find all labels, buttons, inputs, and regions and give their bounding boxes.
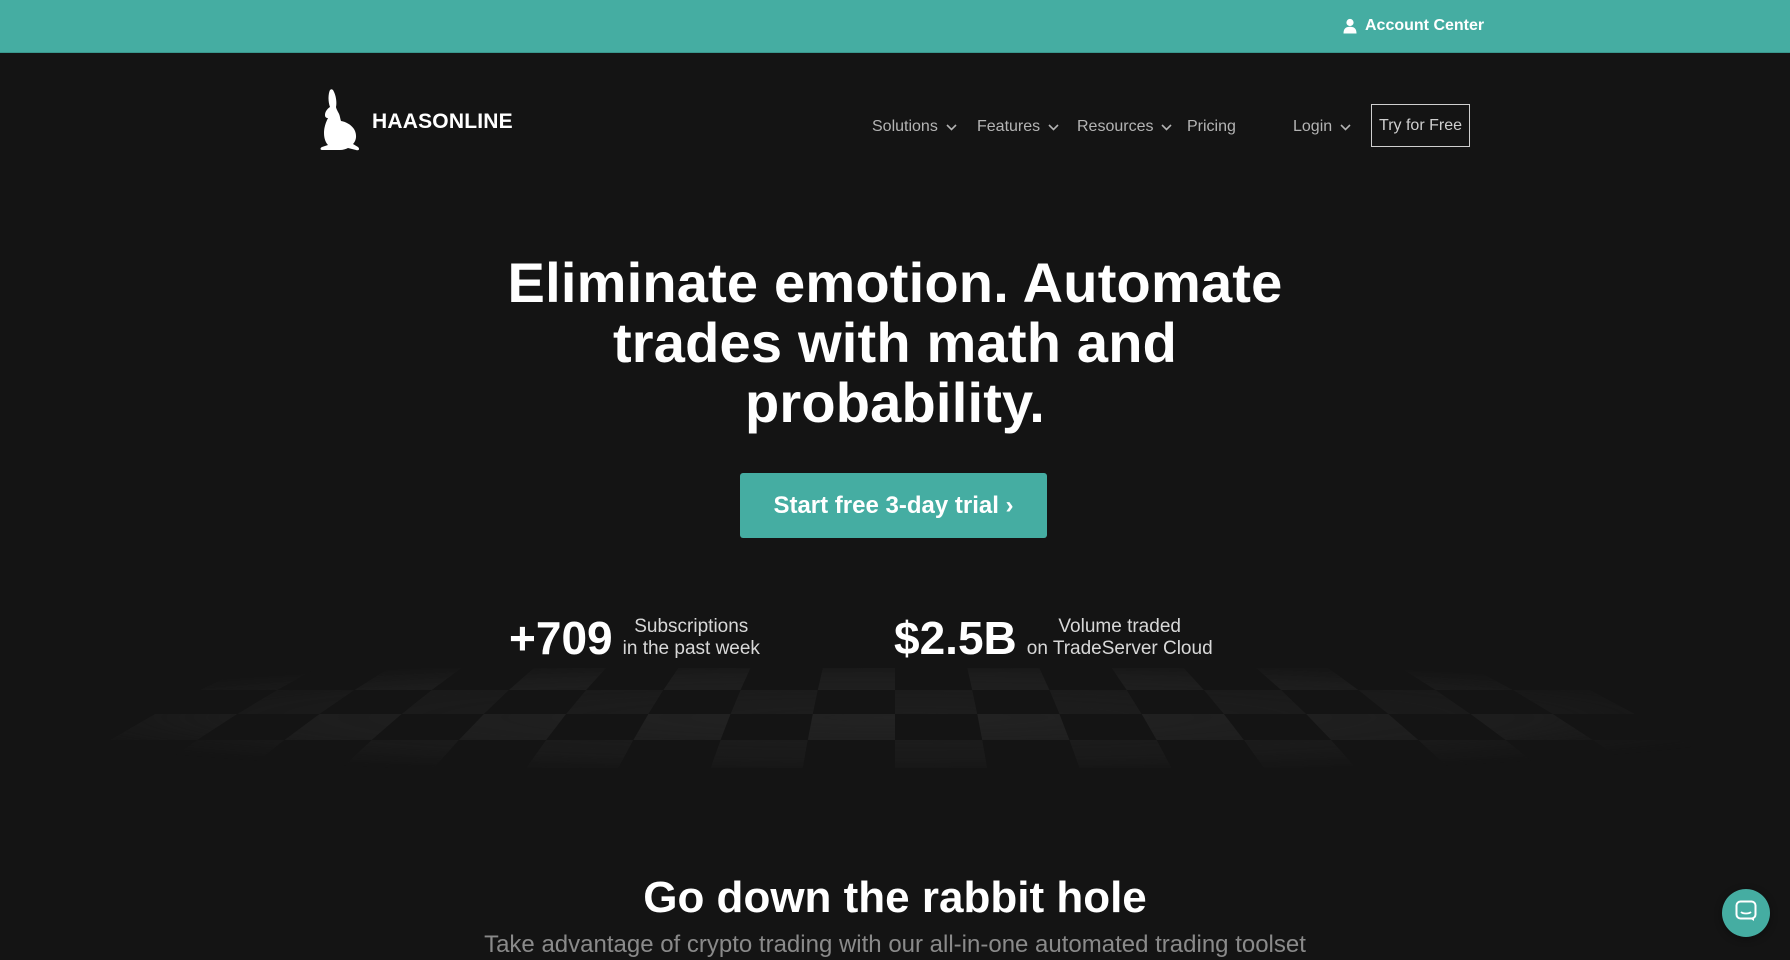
hero-title-line: trades with math and [612, 311, 1178, 374]
nav-pricing[interactable]: Pricing [1187, 115, 1236, 139]
hero-title-line: probability. [744, 371, 1046, 434]
checker-cell [710, 740, 808, 768]
nav-resources-label: Resources [1077, 118, 1154, 135]
hero-title: Eliminate emotion. Automate trades with … [445, 253, 1345, 433]
checker-cell [200, 668, 318, 690]
stat-label-line: Volume traded [1058, 616, 1181, 637]
checker-cell [1418, 740, 1541, 768]
checker-cell [1111, 668, 1204, 690]
stat-volume: $2.5B Volume traded on TradeServer Cloud [894, 612, 1213, 664]
main-navbar: HAASONLINE Solutions Features Resources … [0, 53, 1790, 193]
checker-cell [1358, 690, 1471, 714]
top-bar: Account Center [0, 0, 1790, 53]
checker-cell [526, 740, 634, 768]
checker-cell [1306, 714, 1419, 740]
checker-cell [110, 714, 238, 740]
hero-title-line: Eliminate emotion. Automate [507, 251, 1283, 314]
account-center-link[interactable]: Account Center [1343, 15, 1484, 37]
nav-features[interactable]: Features [977, 115, 1059, 139]
checker-cell [807, 714, 895, 740]
checker-cell [633, 714, 731, 740]
chevron-down-icon [1161, 123, 1173, 131]
checker-cell [1512, 690, 1635, 714]
checker-cell [1400, 668, 1513, 690]
chat-launcher-button[interactable] [1722, 889, 1770, 937]
rabbit-icon [316, 88, 362, 156]
nav-login[interactable]: Login [1293, 115, 1351, 139]
checker-cell [1141, 714, 1244, 740]
checker-cell [284, 714, 402, 740]
stat-label-line: in the past week [622, 638, 760, 659]
account-center-label: Account Center [1365, 17, 1485, 34]
section-subtitle: Take advantage of crypto trading with ou… [484, 931, 1306, 958]
checker-cell [1203, 690, 1307, 714]
checker-cell [895, 740, 988, 768]
checker-cell [401, 690, 509, 714]
checker-cell [1256, 668, 1359, 690]
checker-cell [1243, 740, 1357, 768]
checker-cell [1592, 740, 1725, 768]
checker-cell [663, 668, 751, 690]
checker-cell [895, 690, 978, 714]
logo-link[interactable]: HAASONLINE [316, 88, 513, 156]
chevron-down-icon [1048, 123, 1059, 131]
checker-cell [237, 690, 355, 714]
start-trial-button[interactable]: Start free 3-day trial › [740, 473, 1047, 538]
logo-text: HAASONLINE [372, 110, 513, 133]
checker-cell [967, 668, 1050, 690]
stat-label: Subscriptions in the past week [623, 616, 760, 660]
nav-login-label: Login [1293, 118, 1333, 135]
nav-features-label: Features [977, 118, 1041, 135]
checker-cell [730, 690, 818, 714]
checker-cell [1470, 714, 1593, 740]
stat-value: +709 [509, 612, 613, 664]
checkerboard-floor-decoration [110, 668, 1725, 768]
stat-label-line: on TradeServer Cloud [1026, 638, 1213, 659]
nav-solutions-label: Solutions [872, 118, 938, 135]
checker-cell [157, 740, 285, 768]
stat-label-line: Subscriptions [634, 616, 749, 637]
nav-solutions[interactable]: Solutions [872, 115, 957, 139]
checker-cell [354, 668, 462, 690]
stat-value: $2.5B [894, 612, 1017, 664]
user-icon [1343, 18, 1357, 34]
checker-cell [977, 714, 1070, 740]
checker-cell [508, 668, 607, 690]
checker-cell [566, 690, 664, 714]
chevron-down-icon [1340, 123, 1351, 131]
chevron-down-icon [946, 123, 957, 131]
checker-cell [1049, 690, 1142, 714]
section-title: Go down the rabbit hole [643, 873, 1147, 922]
stat-subscriptions: +709 Subscriptions in the past week [509, 612, 760, 664]
nav-resources[interactable]: Resources [1077, 115, 1173, 139]
chat-icon [1735, 900, 1757, 927]
checker-cell [341, 740, 459, 768]
checker-cell [1069, 740, 1172, 768]
checker-cell [458, 714, 567, 740]
nav-pricing-label: Pricing [1187, 118, 1236, 135]
stat-label: Volume traded on TradeServer Cloud [1027, 616, 1213, 660]
checker-cell [817, 668, 895, 690]
try-for-free-button[interactable]: Try for Free [1371, 104, 1470, 147]
